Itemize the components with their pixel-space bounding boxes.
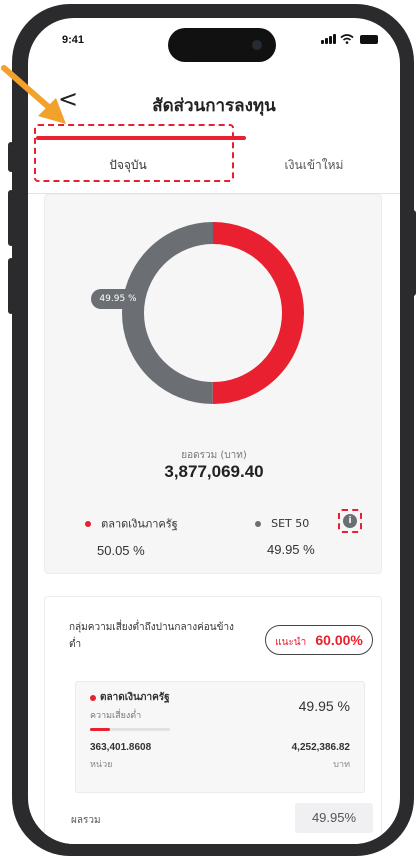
risk-level-bar-fill xyxy=(90,728,110,731)
dynamic-island xyxy=(168,28,276,62)
status-icons xyxy=(321,34,378,44)
legend-percent: 50.05 % xyxy=(97,542,145,558)
status-time: 9:41 xyxy=(62,34,85,46)
legend-name: ตลาดเงินภาครัฐ xyxy=(101,517,178,531)
fund-percent: 49.95 % xyxy=(298,698,350,714)
donut-segment-government-money-market xyxy=(212,222,304,404)
legend-name: SET 50 xyxy=(271,517,310,530)
recommend-label: แนะนำ xyxy=(275,637,307,648)
fund-units: 363,401.8608 xyxy=(90,742,152,753)
page-title: สัดส่วนการลงทุน xyxy=(152,96,276,116)
callout-arrow-icon xyxy=(1,65,66,124)
chart-percent-badge: 49.95 % xyxy=(91,289,145,309)
allocation-card: 49.95 % ยอดรวม (บาท) 3,877,069.40 ตลาดเง… xyxy=(44,194,382,574)
sum-value: 49.95% xyxy=(295,803,373,833)
info-icon: i xyxy=(343,514,357,528)
risk-group-card: กลุ่มความเสี่ยงต่ำถึงปานกลางค่อนข้างต่ำ … xyxy=(44,596,382,844)
risk-group-label: กลุ่มความเสี่ยงต่ำถึงปานกลางค่อนข้างต่ำ xyxy=(69,622,234,650)
mute-switch xyxy=(8,142,14,172)
wifi-icon xyxy=(340,34,354,44)
allocation-donut-chart xyxy=(121,222,304,404)
donut-segment-set50 xyxy=(121,222,214,404)
risk-level-bar xyxy=(90,728,170,731)
volume-up-button xyxy=(8,190,14,246)
status-bar: 9:41 xyxy=(28,18,400,68)
info-button[interactable]: i xyxy=(338,509,362,533)
sum-label: ผลรวม xyxy=(71,815,101,826)
legend-item-set50: SET 50 49.95 % xyxy=(255,513,400,557)
fund-risk-level: ความเสี่ยงต่ำ xyxy=(90,711,142,721)
fund-amount-label: บาท xyxy=(333,760,350,770)
tab-new-money[interactable]: เงินเข้าใหม่ xyxy=(228,136,400,194)
legend-dot-gray xyxy=(255,520,261,527)
power-button xyxy=(410,210,416,296)
total-value: 3,877,069.40 xyxy=(164,462,264,481)
recommend-value: 60.00% xyxy=(315,632,363,648)
legend-dot-red xyxy=(85,520,91,527)
fund-dot xyxy=(90,695,96,701)
fund-name: ตลาดเงินภาครัฐ xyxy=(100,692,170,703)
total-label: ยอดรวม (บาท) xyxy=(181,450,247,461)
fund-item[interactable]: ตลาดเงินภาครัฐ ความเสี่ยงต่ำ 49.95 % 363… xyxy=(75,681,365,793)
recommend-badge[interactable]: แนะนำ 60.00% xyxy=(265,625,373,655)
legend-item-government-money-market: ตลาดเงินภาครัฐ 50.05 % xyxy=(85,513,245,558)
fund-units-label: หน่วย xyxy=(90,760,113,770)
legend-percent: 49.95 % xyxy=(267,542,315,557)
battery-icon xyxy=(360,35,378,44)
camera-icon xyxy=(252,40,262,50)
volume-down-button xyxy=(8,258,14,314)
screenshot-stage: 9:41 < สัดส่วนการลงทุน ปัจจุบัน เงินเข้า… xyxy=(0,0,418,862)
signal-icon xyxy=(321,34,336,44)
fund-amount: 4,252,386.82 xyxy=(291,742,350,753)
